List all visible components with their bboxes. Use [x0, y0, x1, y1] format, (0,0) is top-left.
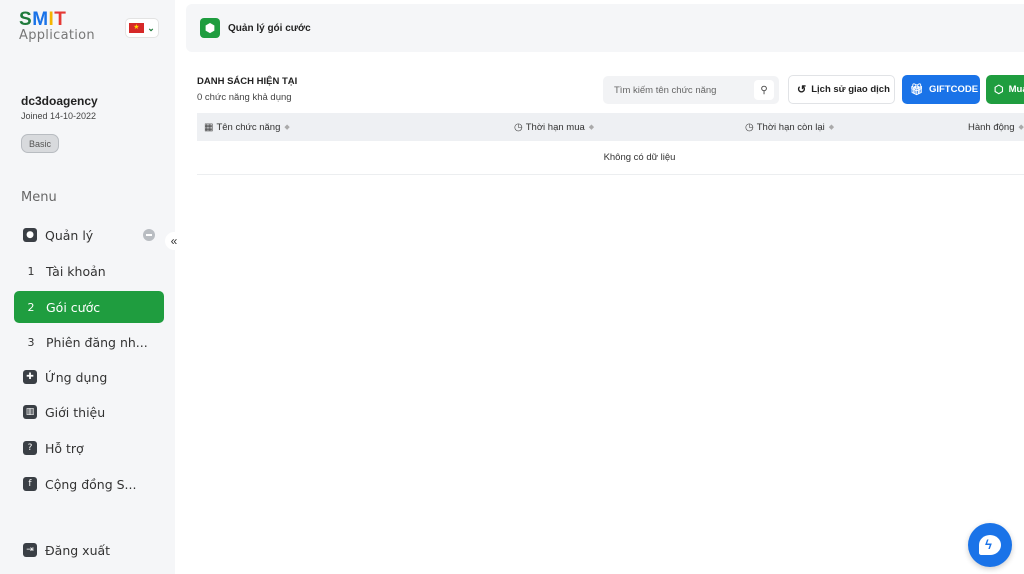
sidebar-item-goi-cuoc[interactable]: 2 Gói cước: [14, 291, 164, 323]
user-joined-date: Joined 14-10-2022: [21, 111, 97, 121]
user-name: dc3doagency: [21, 94, 98, 108]
collapse-group-icon[interactable]: [143, 229, 155, 241]
menu-heading: Menu: [21, 190, 57, 205]
vietnam-flag-icon: [129, 23, 145, 33]
search-icon[interactable]: ⚲: [754, 80, 774, 100]
logout-label: Đăng xuất: [45, 542, 111, 558]
buy-button[interactable]: ⬡ Mua: [986, 75, 1024, 104]
sidebar-item-tai-khoan[interactable]: 1 Tài khoản: [14, 255, 164, 287]
sidebar-item-label: Phiên đăng nh...: [46, 334, 148, 350]
sidebar-item-ung-dung[interactable]: ✚ Ứng dụng: [14, 361, 164, 393]
giftcode-label: GIFTCODE: [928, 84, 979, 95]
sort-icon: ◆: [828, 124, 835, 131]
sort-icon: ◆: [1018, 124, 1024, 131]
puzzle-icon: ✚: [23, 370, 37, 384]
column-label: Thời hạn còn lại: [756, 121, 825, 133]
sort-icon: ◆: [284, 124, 290, 131]
sidebar-item-label: Tài khoản: [46, 263, 106, 279]
sidebar-item-ho-tro[interactable]: ? Hỗ trợ: [14, 432, 164, 464]
history-icon: ↺: [797, 84, 807, 96]
column-header-actions[interactable]: Hành động ◆: [968, 113, 1024, 141]
sidebar-item-number: 3: [27, 335, 35, 349]
column-header-purchase-term[interactable]: ◷ Thời hạn mua ◆: [514, 113, 594, 141]
sidebar-item-label: Gói cước: [46, 299, 101, 315]
page-title: Quản lý gói cước: [228, 22, 311, 34]
column-label: Thời hạn mua: [525, 121, 585, 133]
facebook-icon: f: [23, 477, 37, 491]
clock-icon: ◷: [514, 121, 523, 133]
logout-button[interactable]: ⇥ Đăng xuất: [14, 534, 164, 566]
gift-icon: 🎁︎: [910, 84, 924, 96]
package-icon: ⬡: [994, 84, 1004, 96]
app-logo[interactable]: SMIT Application: [19, 10, 95, 43]
help-icon: ?: [23, 441, 37, 455]
column-header-remaining-term[interactable]: ◷ Thời hạn còn lại ◆: [745, 113, 834, 141]
sort-icon: ◆: [588, 124, 595, 131]
history-label: Lịch sử giao dịch: [811, 84, 890, 95]
collapse-sidebar-button[interactable]: «: [165, 232, 183, 250]
grid-icon: ▦: [204, 121, 214, 133]
gift-icon: ▥: [23, 405, 37, 419]
column-label: Tên chức năng: [216, 121, 281, 133]
sidebar-item-gioi-thieu[interactable]: ▥ Giới thiệu: [14, 396, 164, 428]
plan-badge: Basic: [21, 134, 59, 153]
chevron-down-icon: ⌄: [147, 22, 155, 33]
language-selector[interactable]: ⌄: [126, 19, 158, 37]
sidebar-item-label: Cộng đồng S...: [45, 476, 137, 492]
column-header-name[interactable]: ▦ Tên chức năng ◆: [204, 113, 290, 141]
giftcode-button[interactable]: 🎁︎ GIFTCODE: [902, 75, 980, 104]
clock-icon: ◷: [745, 121, 754, 133]
column-label: Hành động: [968, 121, 1015, 133]
user-icon: ●: [23, 228, 37, 242]
messenger-chat-button[interactable]: [968, 523, 1012, 567]
page-header: ⬢ Quản lý gói cước: [186, 4, 1024, 52]
list-title: DANH SÁCH HIỆN TẠI: [197, 76, 298, 87]
sidebar-item-quan-ly[interactable]: ● Quản lý: [14, 219, 164, 251]
buy-label: Mua: [1008, 84, 1024, 95]
sidebar-item-label: Hỗ trợ: [45, 440, 84, 456]
transaction-history-button[interactable]: ↺ Lịch sử giao dịch: [788, 75, 895, 104]
sidebar-item-number: 2: [27, 300, 35, 314]
list-count: 0 chức năng khả dụng: [197, 92, 292, 103]
sidebar-item-number: 1: [27, 264, 35, 278]
search-box: ⚲: [603, 76, 779, 104]
logo-subtitle: Application: [19, 28, 95, 43]
messenger-icon: [979, 535, 1001, 555]
logo-wordmark: SMIT: [19, 9, 67, 30]
sidebar-item-label: Giới thiệu: [45, 404, 106, 420]
sidebar: SMIT Application ⌄ dc3doagency Joined 14…: [0, 0, 175, 574]
table-header: ▦ Tên chức năng ◆ ◷ Thời hạn mua ◆ ◷ Thờ…: [197, 113, 1024, 141]
package-icon: ⬢: [200, 18, 220, 38]
sidebar-item-label: Ứng dụng: [45, 369, 108, 385]
logout-icon: ⇥: [23, 543, 37, 557]
empty-table-message: Không có dữ liệu: [197, 141, 1024, 175]
sidebar-item-label: Quản lý: [45, 227, 94, 243]
sidebar-item-cong-dong[interactable]: f Cộng đồng S...: [14, 468, 164, 500]
sidebar-item-phien-dang-nhap[interactable]: 3 Phiên đăng nh...: [14, 326, 164, 358]
search-input[interactable]: [614, 84, 744, 96]
